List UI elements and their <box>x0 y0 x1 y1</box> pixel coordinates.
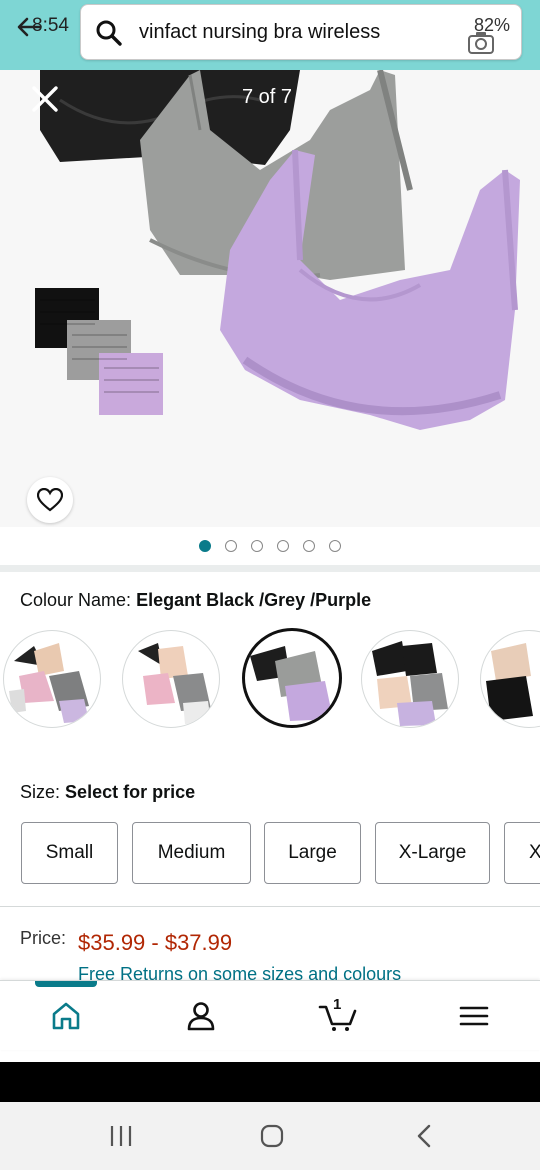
wishlist-button[interactable] <box>27 477 73 523</box>
menu-icon[interactable] <box>457 999 491 1033</box>
system-bar <box>0 1062 540 1102</box>
product-image[interactable]: 7 of 7 <box>0 70 540 527</box>
pagination-dot[interactable] <box>225 540 237 552</box>
pagination-dot[interactable] <box>329 540 341 552</box>
size-option[interactable]: Medium <box>132 822 251 884</box>
colour-swatch[interactable] <box>361 630 459 728</box>
close-icon[interactable] <box>30 84 60 114</box>
search-icon <box>96 20 122 46</box>
cart-count: 1 <box>333 996 342 1013</box>
price-value: $35.99 - $37.99 <box>78 930 233 955</box>
pagination-dot[interactable] <box>277 540 289 552</box>
pagination-dot[interactable] <box>251 540 263 552</box>
colour-swatch-selected[interactable] <box>242 628 342 728</box>
pagination-dot[interactable] <box>303 540 315 552</box>
top-bar: 8:54 vinfact nursing bra wireless 82% <box>0 0 540 70</box>
size-value: Select for price <box>65 782 196 802</box>
recents-icon[interactable] <box>108 1124 134 1148</box>
size-option[interactable]: Large <box>264 822 361 884</box>
size-option[interactable]: X <box>504 822 540 884</box>
product-page: 8:54 vinfact nursing bra wireless 82% 7 … <box>0 0 540 1170</box>
colour-label: Colour Name: <box>20 590 132 610</box>
colour-swatch[interactable] <box>122 630 220 728</box>
pagination-dot[interactable] <box>199 540 211 552</box>
colour-value: Elegant Black /Grey /Purple <box>136 590 372 610</box>
heart-icon <box>37 488 63 512</box>
home-nav-icon[interactable] <box>259 1123 285 1149</box>
colour-name-row: Colour Name: Elegant Black /Grey /Purple <box>20 590 371 611</box>
product-photo <box>35 70 520 430</box>
image-counter: 7 of 7 <box>242 86 293 108</box>
image-pagination <box>0 527 540 565</box>
search-query: vinfact nursing bra wireless <box>139 21 381 43</box>
active-tab-indicator <box>35 981 97 987</box>
search-input[interactable]: vinfact nursing bra wireless <box>80 4 522 60</box>
size-label: Size: <box>20 782 61 802</box>
colour-swatch[interactable] <box>480 630 540 728</box>
size-option[interactable]: Small <box>21 822 118 884</box>
colour-swatch[interactable] <box>3 630 101 728</box>
home-icon[interactable] <box>49 999 83 1033</box>
account-icon[interactable] <box>184 999 218 1033</box>
size-row: Size: Select for price <box>20 782 195 803</box>
status-time: 8:54 <box>32 15 69 36</box>
size-option[interactable]: X-Large <box>375 822 490 884</box>
section-divider <box>0 906 540 907</box>
bottom-tab-bar <box>0 980 540 1050</box>
section-divider <box>0 565 540 572</box>
colour-swatches <box>0 628 540 732</box>
battery-level: 82% <box>473 15 510 35</box>
system-nav-bar <box>0 1102 540 1170</box>
back-nav-icon[interactable] <box>413 1123 435 1149</box>
price-label: Price: <box>20 928 67 948</box>
